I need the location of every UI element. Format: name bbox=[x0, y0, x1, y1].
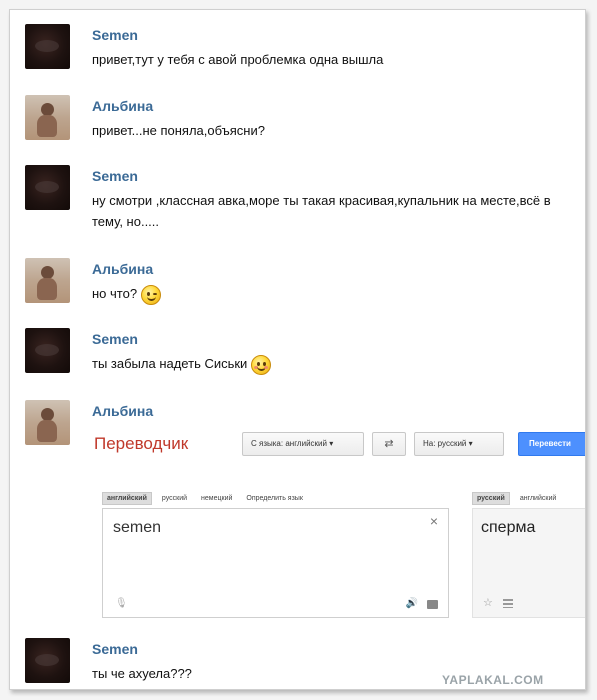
source-language-tabs: английский русский немецкий Определить язык bbox=[102, 492, 313, 505]
message-text: ты забыла надеть Сиськи bbox=[92, 353, 577, 375]
target-language-tabs: русский английский bbox=[472, 492, 566, 505]
message-item: Альбина но что? bbox=[25, 258, 580, 308]
tab-detect-language[interactable]: Определить язык bbox=[242, 493, 307, 504]
avatar[interactable] bbox=[25, 95, 70, 140]
target-language-label: На: русский bbox=[423, 439, 467, 448]
message-item: Semen привет,тут у тебя с авой проблемка… bbox=[25, 24, 580, 74]
message-author[interactable]: Альбина bbox=[92, 261, 153, 277]
tab-source-english[interactable]: английский bbox=[102, 492, 152, 505]
message-text-content: ты забыла надеть Сиськи bbox=[92, 356, 248, 371]
avatar[interactable] bbox=[25, 400, 70, 445]
target-language-select[interactable]: На: русский ▾ bbox=[414, 432, 504, 456]
blush-smiley-icon bbox=[251, 354, 272, 375]
avatar[interactable] bbox=[25, 24, 70, 69]
source-text-box[interactable]: semen × 🎙 🔊 bbox=[102, 508, 449, 618]
message-author[interactable]: Альбина bbox=[92, 98, 153, 114]
swap-languages-icon[interactable]: ⇄ bbox=[372, 432, 406, 456]
message-text-content: но что? bbox=[92, 286, 138, 301]
star-icon[interactable]: ☆ bbox=[483, 596, 493, 609]
microphone-icon[interactable]: 🎙 bbox=[115, 598, 128, 609]
result-text-box: сперма ☆ bbox=[472, 508, 585, 618]
avatar[interactable] bbox=[25, 328, 70, 373]
avatar[interactable] bbox=[25, 258, 70, 303]
list-icon[interactable] bbox=[503, 599, 513, 608]
source-text[interactable]: semen bbox=[113, 519, 161, 537]
source-language-label: С языка: английский bbox=[251, 439, 327, 448]
avatar[interactable] bbox=[25, 165, 70, 210]
avatar[interactable] bbox=[25, 638, 70, 683]
tab-target-english[interactable]: английский bbox=[516, 493, 560, 504]
message-text: привет...не поняла,объясни? bbox=[92, 123, 265, 138]
message-author[interactable]: Semen bbox=[92, 331, 138, 347]
message-text: но что? bbox=[92, 283, 577, 305]
tab-target-russian[interactable]: русский bbox=[472, 492, 510, 505]
message-author[interactable]: Альбина bbox=[92, 403, 153, 419]
message-item: Альбина привет...не поняла,объясни? bbox=[25, 95, 580, 145]
tab-source-russian[interactable]: русский bbox=[158, 493, 191, 504]
keyboard-icon[interactable] bbox=[427, 600, 438, 609]
message-item: Semen ты забыла надеть Сиськи bbox=[25, 328, 580, 378]
chat-screenshot-frame: Semen привет,тут у тебя с авой проблемка… bbox=[9, 9, 586, 690]
message-author[interactable]: Semen bbox=[92, 168, 138, 184]
clear-icon[interactable]: × bbox=[430, 513, 438, 529]
message-text: ну смотри ,классная авка,море ты такая к… bbox=[92, 193, 551, 229]
tab-source-german[interactable]: немецкий bbox=[197, 493, 236, 504]
result-text: сперма bbox=[481, 519, 536, 536]
translate-button[interactable]: Перевести bbox=[518, 432, 585, 456]
speaker-icon[interactable]: 🔊 bbox=[406, 598, 418, 609]
message-item: Semen ну смотри ,классная авка,море ты т… bbox=[25, 165, 580, 235]
wink-smiley-icon bbox=[141, 284, 162, 305]
watermark: YAPLAKAL.COM bbox=[442, 673, 544, 687]
source-language-select[interactable]: С языка: английский ▾ bbox=[242, 432, 364, 456]
message-text: привет,тут у тебя с авой проблемка одна … bbox=[92, 52, 384, 67]
message-author[interactable]: Semen bbox=[92, 641, 138, 657]
message-author[interactable]: Semen bbox=[92, 27, 138, 43]
translator-title: Переводчик bbox=[94, 434, 189, 453]
translator-attachment[interactable]: Переводчик С языка: английский ▾ ⇄ На: р… bbox=[92, 430, 585, 625]
